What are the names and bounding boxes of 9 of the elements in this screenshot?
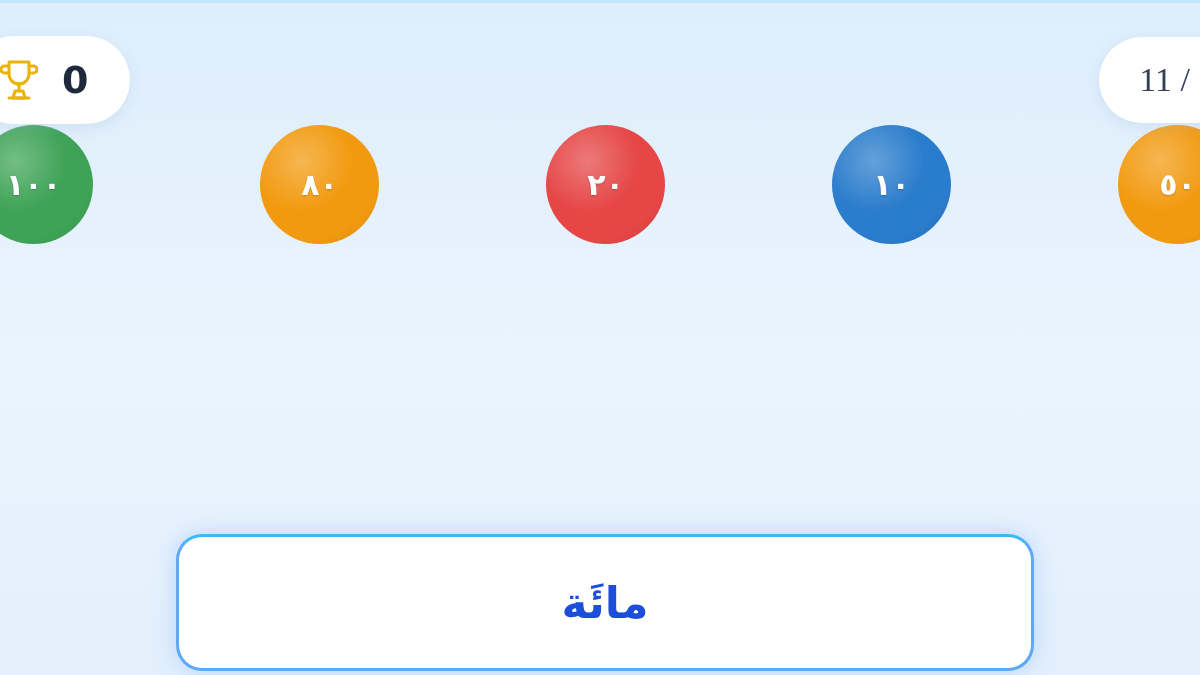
number-ball[interactable]: ١٠٠ bbox=[0, 125, 93, 244]
number-ball[interactable]: ٢٠ bbox=[546, 125, 665, 244]
score-value: 0 bbox=[62, 61, 89, 99]
trophy-icon bbox=[0, 59, 38, 101]
number-ball[interactable]: ٥٠ bbox=[1118, 125, 1200, 244]
question-counter: 11 / bbox=[1139, 61, 1190, 99]
number-ball[interactable]: ٨٠ bbox=[260, 125, 379, 244]
number-ball[interactable]: ١٠ bbox=[832, 125, 951, 244]
answer-button[interactable]: مائَة bbox=[176, 534, 1034, 671]
